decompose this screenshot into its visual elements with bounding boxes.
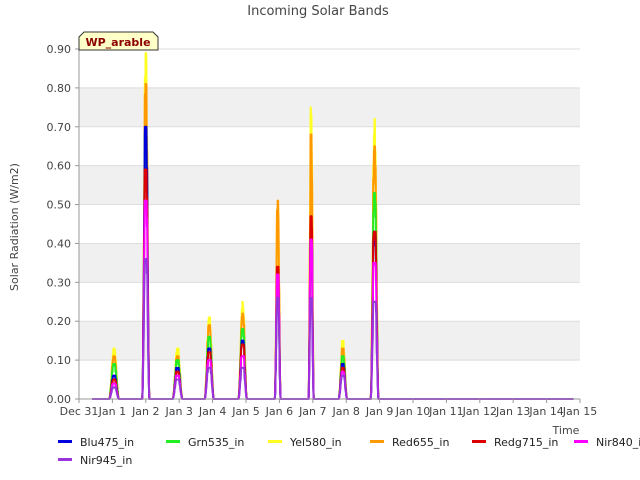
grid-band — [79, 282, 580, 322]
grid-bands — [79, 48, 580, 400]
grid-band — [79, 165, 580, 205]
y-axis-title: Solar Radiation (W/m2) — [8, 163, 21, 291]
x-tick-label: Jan 12 — [462, 405, 497, 418]
legend-swatch-redg715_in — [472, 440, 486, 443]
x-tick-label: Jan 1 — [98, 405, 126, 418]
y-tick-label: 0.20 — [47, 315, 72, 328]
y-tick-label: 0.30 — [47, 276, 72, 289]
legend-label-blu475_in: Blu475_in — [80, 436, 134, 449]
x-tick-label: Jan 10 — [395, 405, 430, 418]
chart-title: Incoming Solar Bands — [247, 4, 389, 19]
legend-swatch-blu475_in — [58, 440, 72, 443]
legend-swatch-nir840_in — [574, 440, 588, 443]
grid-band — [79, 204, 580, 244]
legend-label-nir840_in: Nir840_in — [596, 436, 640, 449]
legend-label-redg715_in: Redg715_in — [494, 436, 558, 449]
y-tick-label: 0.60 — [47, 160, 72, 173]
y-tick-label: 0.10 — [47, 354, 72, 367]
y-tick-label: 0.90 — [47, 43, 72, 56]
grid-band — [79, 49, 580, 88]
site-label: WP_arable — [85, 36, 150, 49]
legend-label-grn535_in: Grn535_in — [188, 436, 244, 449]
chart: 0.000.100.200.300.400.500.600.700.800.90… — [8, 4, 640, 467]
legend-label-yel580_in: Yel580_in — [289, 436, 342, 449]
x-tick-label: Jan 13 — [495, 405, 530, 418]
legend-swatch-nir945_in — [58, 458, 72, 461]
x-tick-label: Dec 31 — [60, 405, 99, 418]
legend-label-red655_in: Red655_in — [392, 436, 449, 449]
legend: Blu475_in Grn535_in Yel580_in Red655_in Redg… — [58, 436, 640, 467]
grid-band — [79, 360, 580, 399]
x-tick-label: Jan 8 — [331, 405, 359, 418]
x-tick-label: Jan 5 — [231, 405, 259, 418]
x-tick-label: Jan 7 — [298, 405, 326, 418]
grid-band — [79, 321, 580, 361]
legend-swatch-red655_in — [370, 440, 384, 443]
grid-band — [79, 126, 580, 166]
x-tick-label: Jan 6 — [265, 405, 293, 418]
x-tick-label: Jan 14 — [528, 405, 563, 418]
legend-swatch-grn535_in — [166, 440, 180, 443]
site-label-box: WP_arable — [78, 31, 159, 51]
y-tick-label: 0.40 — [47, 237, 72, 250]
y-tick-label: 0.80 — [47, 82, 72, 95]
y-tick-label: 0.50 — [47, 199, 72, 212]
x-tick-label: Jan 11 — [428, 405, 463, 418]
legend-swatch-yel580_in — [268, 440, 282, 443]
y-tick-label: 0.70 — [47, 121, 72, 134]
x-tick-label: Jan 3 — [164, 405, 192, 418]
x-tick-label: Jan 9 — [365, 405, 393, 418]
x-tick-label: Jan 4 — [198, 405, 226, 418]
x-tick-label: Jan 15 — [562, 405, 597, 418]
grid-band — [79, 243, 580, 283]
grid-band — [79, 87, 580, 127]
legend-label-nir945_in: Nir945_in — [80, 454, 132, 467]
x-tick-label: Jan 2 — [131, 405, 159, 418]
